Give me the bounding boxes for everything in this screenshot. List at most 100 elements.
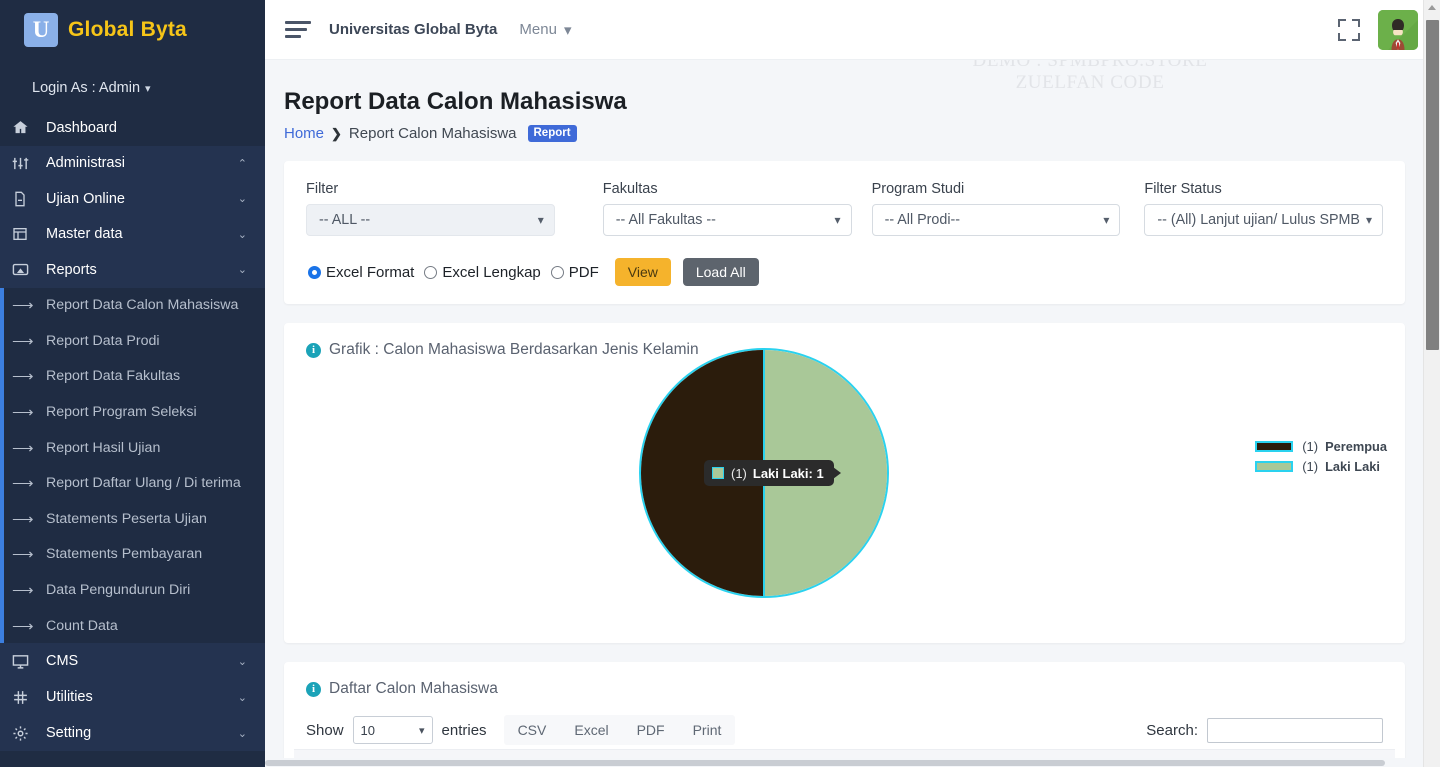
hamburger-line [285, 21, 311, 24]
export-button-group: CSV Excel PDF Print [503, 715, 736, 745]
chevron-down-icon: ⌄ [237, 193, 247, 206]
sidebar-subitem-label: Statements Pembayaran [46, 546, 203, 563]
chart-legend: (1) Perempua (1) Laki Laki [1255, 436, 1387, 476]
arrow-right-icon: ⟶ [12, 297, 34, 315]
corner [1352, 18, 1360, 27]
corner [1338, 32, 1346, 41]
sidebar-item-setting[interactable]: Setting ⌄ [0, 715, 265, 752]
brand-logo-area[interactable]: U Global Byta [0, 0, 265, 60]
pie-chart: (1) Laki Laki: 1 [639, 348, 889, 598]
filter-row: Filter -- ALL -- ▾ Fakultas -- All Fakul… [306, 181, 1383, 236]
view-button[interactable]: View [614, 258, 671, 286]
search-input[interactable] [1207, 717, 1383, 743]
sidebar-subitem-report-data-prodi[interactable]: ⟶ Report Data Prodi [0, 323, 265, 359]
legend-color-swatch [1255, 460, 1294, 472]
table-heading: Daftar Calon Mahasiswa [329, 680, 498, 697]
radio-label: PDF [568, 263, 599, 281]
sidebar-subitem-label: Report Daftar Ulang / Di terima [46, 475, 241, 492]
legend-index: (1) [1302, 438, 1319, 454]
sidebar-subitem-label: Report Data Fakultas [46, 368, 181, 385]
chevron-down-icon: ⌄ [237, 228, 247, 241]
fullscreen-icon[interactable] [1338, 18, 1360, 41]
sidebar-subitem-label: Report Program Seleksi [46, 404, 197, 421]
sidebar-subitem-label: Report Data Prodi [46, 332, 160, 349]
avatar[interactable] [1378, 9, 1418, 50]
table-heading-row: i Daftar Calon Mahasiswa [306, 680, 1383, 698]
scroll-up-arrow-icon[interactable] [1428, 5, 1436, 10]
filter-group-program-studi: Program Studi -- All Prodi-- ▾ [871, 181, 1121, 236]
sidebar-subitem-report-daftar-ulang[interactable]: ⟶ Report Daftar Ulang / Di terima [0, 465, 265, 501]
filter-group-status: Filter Status -- (All) Lanjut ujian/ Lul… [1144, 181, 1383, 236]
sidebar-subitem-label: Data Pengundurun Diri [46, 582, 191, 599]
legend-item-perempua[interactable]: (1) Perempua [1255, 436, 1387, 456]
topbar-menu-dropdown[interactable]: Menu ▾ [519, 21, 571, 39]
breadcrumb-home-link[interactable]: Home [284, 125, 324, 142]
chevron-down-icon: ▾ [563, 21, 572, 39]
legend-index: (1) [1302, 458, 1319, 474]
login-as-label: Login As : Admin [32, 80, 141, 96]
sidebar-subitem-statements-peserta-ujian[interactable]: ⟶ Statements Peserta Ujian [0, 501, 265, 537]
sidebar-item-master-data[interactable]: Master data ⌄ [0, 216, 265, 252]
radio-excel-lengkap[interactable]: Excel Lengkap [424, 264, 541, 281]
search-label: Search: [1146, 721, 1198, 739]
datatable-controls: Show 10 ▾ entries CSV Excel PDF Print Se… [306, 715, 1383, 745]
home-icon [12, 119, 46, 136]
program-studi-select[interactable]: -- All Prodi-- ▾ [871, 204, 1121, 236]
filter-group-filter: Filter -- ALL -- ▾ [306, 181, 555, 236]
legend-color-swatch [1255, 440, 1294, 452]
format-options-row: Excel Format Excel Lengkap PDF View Load… [306, 258, 1383, 286]
load-all-button[interactable]: Load All [682, 258, 759, 286]
sidebar-subitem-statements-pembayaran[interactable]: ⟶ Statements Pembayaran [0, 537, 265, 573]
sidebar-subitem-report-program-seleksi[interactable]: ⟶ Report Program Seleksi [0, 394, 265, 430]
sidebar-subitem-report-data-fakultas[interactable]: ⟶ Report Data Fakultas [0, 359, 265, 395]
monitor-icon [12, 261, 46, 278]
export-csv-button[interactable]: CSV [504, 715, 561, 745]
export-pdf-button[interactable]: PDF [623, 715, 679, 745]
chevron-down-icon: ▾ [834, 213, 841, 227]
page-length-control: Show 10 ▾ entries [306, 716, 487, 744]
legend-item-laki-laki[interactable]: (1) Laki Laki [1255, 456, 1387, 476]
filter-status-select-value: -- (All) Lanjut ujian/ Lulus SPMB [1157, 212, 1360, 228]
chevron-down-icon: ⌄ [237, 264, 247, 277]
tooltip-color-swatch [712, 467, 724, 479]
sidebar-item-utilities[interactable]: Utilities ⌄ [0, 679, 265, 716]
sidebar-item-reports[interactable]: Reports ⌄ [0, 252, 265, 288]
arrow-right-icon: ⟶ [12, 546, 34, 564]
sidebar-subitem-report-hasil-ujian[interactable]: ⟶ Report Hasil Ujian [0, 430, 265, 466]
filter-label: Fakultas [602, 181, 658, 197]
arrow-right-icon: ⟶ [12, 332, 34, 350]
vertical-scrollbar[interactable] [1423, 0, 1440, 767]
radio-indicator [424, 265, 438, 279]
radio-indicator [308, 265, 321, 279]
chevron-down-icon: ▾ [419, 724, 425, 737]
filter-select[interactable]: -- ALL -- ▾ [306, 204, 555, 236]
fakultas-select[interactable]: -- All Fakultas -- ▾ [602, 204, 852, 236]
sidebar-subitem-data-pengundurun-diri[interactable]: ⟶ Data Pengundurun Diri [0, 572, 265, 608]
vertical-scrollbar-thumb[interactable] [1426, 20, 1439, 350]
export-excel-button[interactable]: Excel [560, 715, 622, 745]
file-icon [12, 191, 46, 207]
sliders-icon [12, 155, 46, 172]
sidebar-item-dashboard[interactable]: Dashboard [0, 110, 265, 146]
sidebar-item-cms[interactable]: CMS ⌄ [0, 643, 265, 680]
page-length-select[interactable]: 10 ▾ [352, 716, 433, 744]
horizontal-scrollbar-thumb[interactable] [265, 760, 1385, 766]
sidebar-item-label: Master data [46, 226, 123, 243]
fakultas-select-value: -- All Fakultas -- [615, 212, 716, 228]
sidebar-subitem-label: Statements Peserta Ujian [46, 510, 207, 527]
login-as-dropdown[interactable]: Login As : Admin ▾ [0, 60, 265, 110]
filter-label: Filter Status [1144, 181, 1222, 197]
filter-status-select[interactable]: -- (All) Lanjut ujian/ Lulus SPMB ▾ [1144, 204, 1383, 236]
sidebar-toggle-button[interactable] [285, 21, 311, 38]
chevron-down-icon: ⌄ [237, 655, 247, 668]
program-studi-select-value: -- All Prodi-- [884, 212, 961, 228]
print-button[interactable]: Print [679, 715, 736, 745]
page-length-value: 10 [360, 722, 375, 738]
sidebar-item-administrasi[interactable]: Administrasi ⌃ [0, 145, 265, 181]
horizontal-scrollbar[interactable] [265, 758, 1423, 767]
sidebar-subitem-report-data-calon-mahasiswa[interactable]: ⟶ Report Data Calon Mahasiswa [0, 288, 265, 324]
radio-excel-format[interactable]: Excel Format [308, 264, 414, 281]
sidebar-item-ujian-online[interactable]: Ujian Online ⌄ [0, 181, 265, 217]
sidebar-subitem-count-data[interactable]: ⟶ Count Data [0, 608, 265, 644]
radio-pdf[interactable]: PDF [550, 263, 599, 281]
